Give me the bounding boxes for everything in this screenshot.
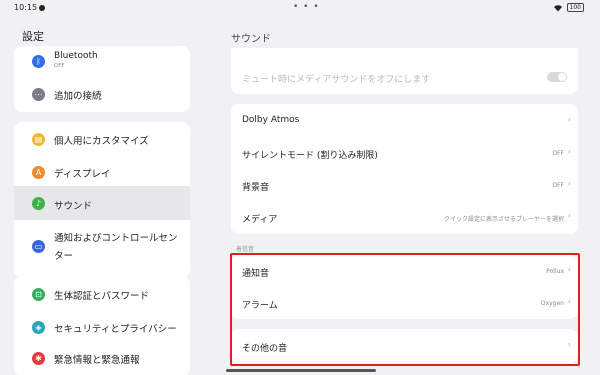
row-value: OFF <box>552 150 564 157</box>
section-label-ringtone: 着信音 <box>236 246 255 253</box>
chevron-right-icon: › <box>567 147 571 156</box>
speaker-icon: ♪ <box>32 197 45 210</box>
shield-icon: ◈ <box>32 321 45 334</box>
wifi-icon <box>553 4 562 11</box>
sidebar-item-label: 通知およびコントロールセン <box>54 233 178 244</box>
sidebar-item-label: 緊急情報と緊急通報 <box>54 355 140 366</box>
chevron-right-icon: › <box>567 211 571 220</box>
sidebar-item-label: 追加の接続 <box>54 91 102 102</box>
chevron-right-icon: › <box>567 340 571 349</box>
home-indicator[interactable] <box>226 369 376 372</box>
sound-settings-group: Dolby Atmos › サイレントモード (割り込み制限) OFF › 背景… <box>231 104 578 234</box>
toggle-knob <box>558 73 566 81</box>
sidebar-item-label: 生体認証とパスワード <box>54 291 150 302</box>
row-label: その他の音 <box>242 344 288 354</box>
sidebar-item-additional-connections[interactable]: ⋯ 追加の接続 <box>14 78 190 110</box>
row-label: Dolby Atmos <box>242 115 300 125</box>
sidebar-card-device: ▤ 個人用にカスタマイズ A ディスプレイ ♪ サウンド ▭ 通知およびコントロ… <box>14 122 190 278</box>
chevron-right-icon: › <box>567 265 571 274</box>
sidebar-item-security-privacy[interactable]: ◈ セキュリティとプライバシー <box>14 311 190 343</box>
sidebar-card-connections: ᛒ Bluetooth OFF ⋯ 追加の接続 <box>14 46 190 112</box>
row-label: アラーム <box>242 301 278 311</box>
other-sounds-group: その他の音 › <box>231 329 578 363</box>
row-value: Oxygen <box>540 300 564 307</box>
sidebar-item-label-line2: ター <box>54 251 74 262</box>
mute-media-card: ミュート時にメディアサウンドをオフにします <box>231 48 578 94</box>
sidebar-item-biometrics[interactable]: ⊡ 生体認証とパスワード <box>14 278 190 310</box>
sidebar-item-customize[interactable]: ▤ 個人用にカスタマイズ <box>14 123 190 155</box>
clock-text: 10:15 <box>14 3 38 12</box>
sidebar-item-emergency[interactable]: ✱ 緊急情報と緊急通報 <box>14 342 190 374</box>
row-label: サイレントモード (割り込み制限) <box>242 151 378 161</box>
sidebar-item-notifications[interactable]: ▭ 通知およびコントロールセン ター <box>14 222 190 272</box>
row-dolby-atmos[interactable]: Dolby Atmos › <box>231 104 578 136</box>
chevron-right-icon: › <box>567 179 571 188</box>
battery-icon: 100 <box>566 3 584 12</box>
sidebar-title: 設定 <box>22 30 44 43</box>
mute-media-label: ミュート時にメディアサウンドをオフにします <box>242 75 431 85</box>
display-icon: A <box>32 166 45 179</box>
emergency-icon: ✱ <box>32 352 45 365</box>
mute-media-row[interactable]: ミュート時にメディアサウンドをオフにします <box>231 60 578 92</box>
row-background-sound[interactable]: 背景音 OFF › <box>231 169 578 201</box>
sidebar-item-sublabel: OFF <box>54 63 65 69</box>
sidebar-card-security: ⊡ 生体認証とパスワード ◈ セキュリティとプライバシー ✱ 緊急情報と緊急通報 <box>14 276 190 375</box>
sidebar-item-bluetooth[interactable]: ᛒ Bluetooth OFF <box>14 46 190 76</box>
chevron-right-icon: › <box>567 115 571 124</box>
row-label: メディア <box>242 215 278 225</box>
row-label: 通知音 <box>242 269 270 279</box>
sidebar-item-label: 個人用にカスタマイズ <box>54 136 149 147</box>
mute-media-toggle[interactable] <box>547 72 567 82</box>
row-notification-sound[interactable]: 通知音 Pollux › <box>231 255 578 287</box>
status-bar: 10:15 • • • 100 <box>0 0 600 18</box>
row-other-sounds[interactable]: その他の音 › <box>231 330 578 362</box>
status-notification-icon <box>39 4 46 11</box>
settings-sidebar: 設定 ᛒ Bluetooth OFF ⋯ 追加の接続 ▤ 個人用にカスタマイズ … <box>0 18 204 375</box>
sidebar-item-label: セキュリティとプライバシー <box>54 324 177 335</box>
status-indicators: 100 <box>553 3 584 12</box>
row-alarm[interactable]: アラーム Oxygen › <box>231 287 578 319</box>
row-silent-mode[interactable]: サイレントモード (割り込み制限) OFF › <box>231 136 578 168</box>
status-time: 10:15 <box>14 3 46 12</box>
page-title: サウンド <box>231 34 271 45</box>
palette-icon: ▤ <box>32 133 45 146</box>
multiwindow-handle-icon[interactable]: • • • <box>293 2 320 12</box>
row-value: クイック設定に表示させるプレーヤーを選択 <box>443 216 564 223</box>
sidebar-item-label: ディスプレイ <box>54 169 111 180</box>
ringtone-group: 通知音 Pollux › アラーム Oxygen › <box>231 255 578 319</box>
notification-icon: ▭ <box>32 240 45 253</box>
bluetooth-icon: ᛒ <box>32 55 45 68</box>
row-value: Pollux <box>546 268 564 275</box>
sidebar-item-display[interactable]: A ディスプレイ <box>14 156 190 188</box>
row-value: OFF <box>552 182 564 189</box>
row-label: 背景音 <box>242 183 270 193</box>
chevron-right-icon: › <box>567 297 571 306</box>
sidebar-item-sound[interactable]: ♪ サウンド <box>14 186 190 220</box>
sidebar-item-label: Bluetooth <box>54 51 98 61</box>
lock-icon: ⊡ <box>32 288 45 301</box>
row-media[interactable]: メディア クイック設定に表示させるプレーヤーを選択 › <box>231 201 578 233</box>
sidebar-item-label: サウンド <box>54 201 93 212</box>
more-dots-icon: ⋯ <box>32 88 45 101</box>
